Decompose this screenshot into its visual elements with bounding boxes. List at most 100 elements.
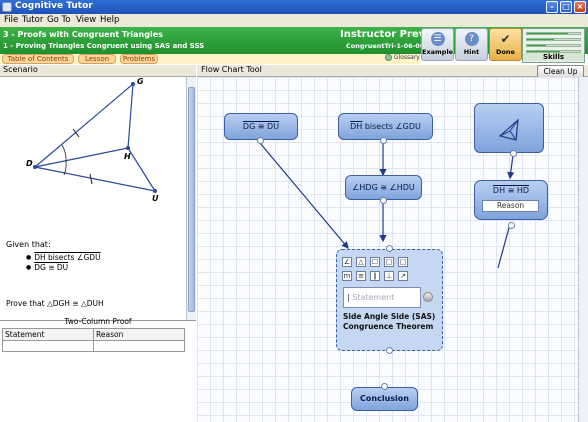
statement-input[interactable]: | Statement (343, 287, 421, 308)
scrollbar-thumb[interactable] (188, 87, 195, 312)
node-figure[interactable] (474, 103, 544, 153)
segment-hu (127, 147, 156, 192)
node-conclusion[interactable]: Conclusion (351, 387, 418, 411)
menu-goto[interactable]: Go To (47, 15, 70, 25)
example-label: Example (422, 48, 454, 56)
checkmark-icon: ✔ (500, 32, 511, 46)
menu-file[interactable]: File (4, 15, 18, 25)
box-tool-icon[interactable]: □ (398, 257, 408, 267)
label-h: H (124, 152, 131, 161)
lesson-button[interactable]: Lesson (78, 54, 116, 64)
connector-port[interactable] (380, 197, 387, 204)
congruent-tool-icon[interactable]: ≅ (356, 271, 366, 281)
skills-meter[interactable]: Skills (522, 28, 585, 63)
problems-button[interactable]: Problems (120, 54, 158, 64)
done-label: Done (496, 48, 515, 56)
skill-bar (526, 32, 581, 35)
close-button[interactable]: × (574, 1, 586, 13)
label-g: G (137, 77, 144, 86)
column-statement: Statement (2, 328, 94, 341)
box-tool-icon[interactable]: □ (384, 257, 394, 267)
node-label: bisects ∠GDU (362, 122, 421, 131)
maximize-button[interactable]: □ (560, 1, 572, 13)
connector-port[interactable] (386, 245, 393, 252)
perpendicular-tool-icon[interactable]: ⊥ (384, 271, 394, 281)
scenario-scrollbar[interactable] (186, 77, 196, 320)
label-u: U (152, 194, 159, 203)
arrow (259, 142, 349, 249)
tick-mark (89, 173, 93, 185)
parallel-tool-icon[interactable]: ∥ (370, 271, 380, 281)
triangle-tool-icon[interactable]: △ (356, 257, 366, 267)
example-icon: ☰ (430, 32, 445, 46)
connector-port[interactable] (510, 150, 517, 157)
section-title: 1 - Proving Triangles Congruent using SA… (3, 42, 205, 50)
reason-field[interactable]: Reason (482, 200, 539, 212)
hint-icon: ? (464, 32, 479, 46)
done-button[interactable]: ✔ Done (489, 28, 522, 61)
point-g (131, 82, 135, 86)
segment-gh (127, 83, 134, 149)
app-icon (2, 2, 12, 12)
point-u (153, 189, 157, 193)
proof-title: Two-Column Proof (64, 317, 132, 326)
two-column-proof: Two-Column Proof Statement Reason (0, 317, 196, 422)
node-label: Conclusion (360, 394, 409, 403)
column-reason: Reason (93, 328, 185, 341)
flowchart-scrollbar[interactable] (578, 77, 588, 422)
table-row[interactable] (2, 340, 185, 352)
hint-button[interactable]: ? Hint (455, 28, 488, 61)
example-button[interactable]: ☰ Example (421, 28, 454, 61)
problem-id: CongruentTri-1-06-001 (346, 42, 429, 50)
connector-port[interactable] (386, 347, 393, 354)
glossary-link[interactable]: Glossary (385, 54, 420, 61)
node-label: ∠HDG ≅ ∠HDU (352, 183, 415, 192)
node-label: DG ≅ DU (242, 122, 280, 131)
label-d: D (26, 159, 33, 168)
glossary-label: Glossary (393, 54, 420, 61)
menu-help[interactable]: Help (100, 15, 119, 25)
scenario-panel: G D H U (0, 77, 186, 320)
node-label: DH (350, 122, 363, 131)
unit-title: 3 - Proofs with Congruent Triangles (3, 30, 163, 39)
segment-dg (34, 83, 134, 168)
connector-port[interactable] (381, 383, 388, 390)
connector-port[interactable] (257, 137, 264, 144)
node-dh-bisects[interactable]: DH bisects ∠GDU (338, 113, 433, 140)
glossary-icon (385, 54, 392, 61)
statement-menu-button[interactable] (423, 292, 433, 302)
theorem-label: Side Angle Side (SAS) Congruence Theorem (343, 312, 436, 331)
node-dg-du[interactable]: DG ≅ DU (224, 113, 298, 140)
point-h (126, 146, 130, 150)
segment-dh (34, 147, 129, 168)
menu-view[interactable]: View (76, 15, 96, 25)
given-item: DG ≅ DU (26, 263, 68, 272)
flowchart-header: Flow Chart Tool (197, 65, 588, 77)
toc-button[interactable]: Table of Contents (2, 54, 74, 64)
skill-bar (526, 44, 581, 47)
prove-statement: Prove that △DGH ≅ △DUH (6, 299, 104, 308)
statement-placeholder: Statement (352, 293, 395, 302)
triangle-figure: G D H U (26, 77, 159, 203)
given-title: Given that: (6, 240, 51, 249)
minimize-button[interactable]: – (546, 1, 558, 13)
segment-tool-icon[interactable]: ☐ (370, 257, 380, 267)
ray-tool-icon[interactable]: ↗ (398, 271, 408, 281)
connector-line (497, 223, 511, 269)
angle-tool-icon[interactable]: ∠ (342, 257, 352, 267)
node-label: DH ≅ HD (492, 186, 530, 195)
given-item: DH bisects ∠GDU (26, 253, 100, 262)
skill-bar (526, 38, 581, 41)
hint-label: Hint (463, 48, 480, 56)
skills-label: Skills (523, 53, 584, 61)
scenario-header: Scenario (0, 65, 196, 77)
window-title: Cognitive Tutor (15, 1, 93, 11)
measure-tool-icon[interactable]: m (342, 271, 352, 281)
segment-du (34, 166, 156, 192)
nav-bar: Table of Contents Lesson Problems (0, 54, 420, 64)
connector-port[interactable] (508, 222, 515, 229)
connector-port[interactable] (380, 137, 387, 144)
menu-bar: File Tutor Go To View Help (0, 14, 588, 27)
proof-table: Statement Reason (2, 328, 185, 352)
menu-tutor[interactable]: Tutor (22, 15, 43, 25)
